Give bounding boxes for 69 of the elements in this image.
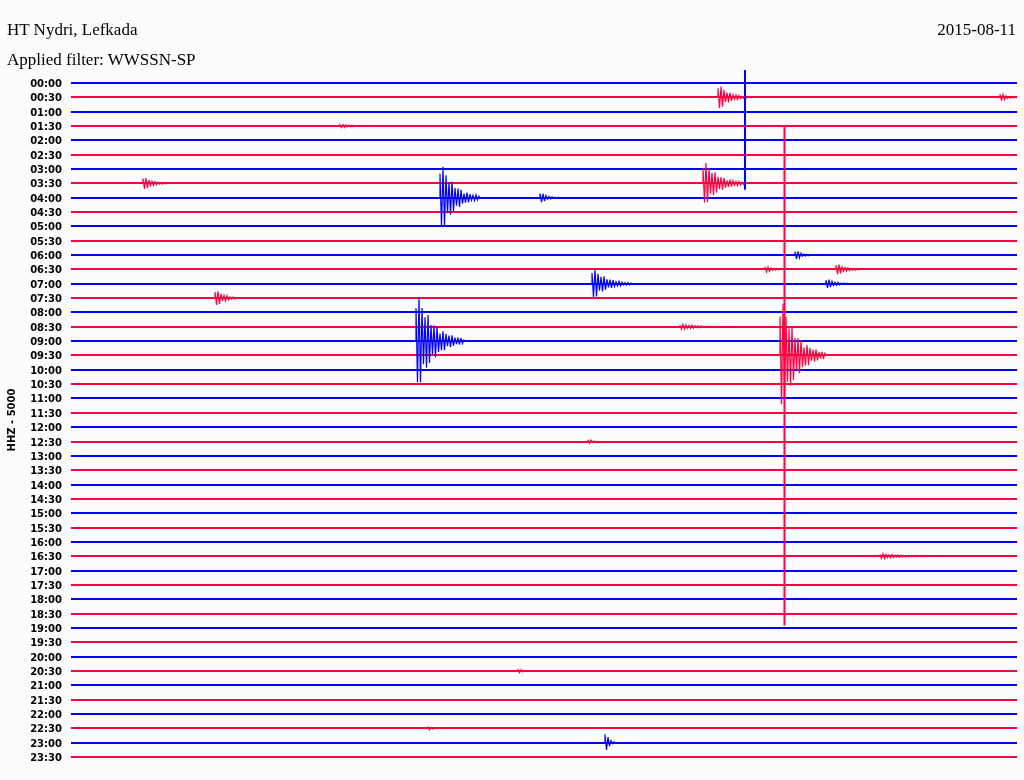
time-label: 15:00 xyxy=(30,508,62,520)
time-label: 03:00 xyxy=(30,164,62,176)
seismic-burst xyxy=(794,250,814,261)
time-label: 01:00 xyxy=(30,106,62,118)
time-label: 09:00 xyxy=(30,336,62,348)
time-label: 10:00 xyxy=(30,364,62,376)
seismic-burst xyxy=(517,668,531,675)
time-label: 08:30 xyxy=(30,321,62,333)
time-label: 16:00 xyxy=(30,536,62,548)
time-label: 01:30 xyxy=(30,121,62,132)
filter-label: Applied filter: WWSSN-SP xyxy=(7,50,196,69)
time-label: 23:00 xyxy=(30,737,62,749)
station-title: HT Nydri, Lefkada xyxy=(7,20,138,40)
seismic-burst xyxy=(427,725,437,731)
time-label: 16:30 xyxy=(30,551,62,563)
time-label: 05:00 xyxy=(30,221,62,233)
time-label: 18:00 xyxy=(30,594,62,606)
time-label: 14:00 xyxy=(30,479,62,491)
time-label: 07:00 xyxy=(30,278,62,290)
time-label: 07:30 xyxy=(30,293,62,305)
time-label: 15:30 xyxy=(30,522,62,534)
time-label: 13:00 xyxy=(30,450,62,462)
time-label: 22:00 xyxy=(30,708,62,720)
time-label: 13:30 xyxy=(30,465,62,477)
seismic-burst xyxy=(604,733,616,751)
seismic-burst xyxy=(339,122,381,129)
time-label: 02:30 xyxy=(30,149,62,161)
time-label: 06:00 xyxy=(30,250,62,262)
seismic-burst xyxy=(587,438,601,445)
time-label: 17:30 xyxy=(30,579,62,591)
time-label: 03:30 xyxy=(30,178,62,190)
time-label: 08:00 xyxy=(30,307,62,319)
time-label: 09:30 xyxy=(30,350,62,362)
time-label: 20:30 xyxy=(30,665,62,677)
time-label: 19:00 xyxy=(30,622,62,634)
time-label: 00:30 xyxy=(30,92,62,104)
time-label: 06:30 xyxy=(30,264,62,276)
time-label: 11:30 xyxy=(30,407,62,419)
seismic-burst xyxy=(999,92,1018,102)
seismic-burst xyxy=(835,264,862,275)
time-label: 14:30 xyxy=(30,493,62,505)
time-label: 04:30 xyxy=(30,207,62,219)
time-label: 21:00 xyxy=(30,680,62,692)
time-label: 19:30 xyxy=(30,637,62,649)
time-label: 11:00 xyxy=(30,393,62,405)
seismic-burst xyxy=(717,86,749,109)
seismic-burst xyxy=(702,162,746,204)
time-label: 10:30 xyxy=(30,379,62,391)
seismic-burst xyxy=(879,551,941,561)
time-label: 00:00 xyxy=(30,78,62,89)
time-label: 02:00 xyxy=(30,135,62,147)
time-label: 17:00 xyxy=(30,565,62,577)
time-label: 04:00 xyxy=(30,192,62,204)
seismic-burst xyxy=(679,322,736,331)
time-label: 20:00 xyxy=(30,651,62,663)
channel-label: HHZ - 5000 xyxy=(6,388,17,452)
time-label: 05:30 xyxy=(30,235,62,247)
seismic-burst xyxy=(214,290,241,306)
time-label: 22:30 xyxy=(30,723,62,735)
time-label: 23:30 xyxy=(30,752,62,763)
seismic-burst xyxy=(142,177,169,190)
time-label: 21:30 xyxy=(30,694,62,706)
time-label: 12:00 xyxy=(30,422,62,434)
seismic-burst xyxy=(539,192,559,203)
seismic-burst xyxy=(439,166,481,228)
seismic-burst xyxy=(591,269,633,298)
time-label: 12:30 xyxy=(30,436,62,448)
date-label: 2015-08-11 xyxy=(937,20,1016,40)
time-label: 18:30 xyxy=(30,608,62,620)
